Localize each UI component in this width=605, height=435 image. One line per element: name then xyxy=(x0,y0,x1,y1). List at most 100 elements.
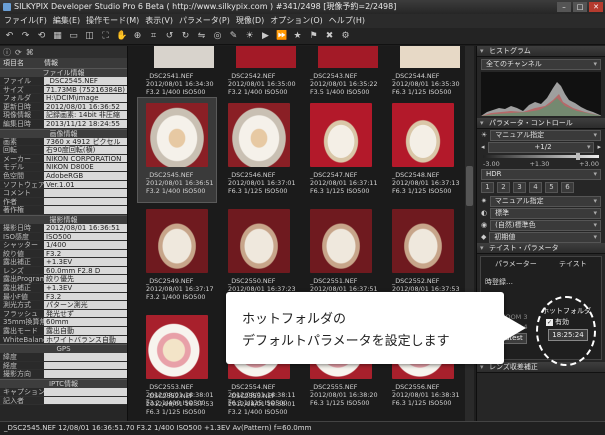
redo-icon[interactable]: ↷ xyxy=(20,31,31,42)
menu-file[interactable]: ファイル(F) xyxy=(4,14,47,28)
hdr-preset-1[interactable]: 1 xyxy=(481,182,494,193)
history-icon[interactable]: ⟳ xyxy=(15,48,22,57)
thumbnail[interactable]: _DSC2548.NEF 2012/08/01 16:37:13 F6.3 1/12… xyxy=(384,98,462,202)
grid-view-icon[interactable]: ▦ xyxy=(52,31,63,42)
color-select[interactable]: (自然)標準色 xyxy=(490,219,601,231)
param-tab[interactable]: パラメーター xyxy=(495,259,537,269)
menu-parameter[interactable]: パラメータ(P) xyxy=(179,14,230,28)
info-row: 測光方式 パターン測光 xyxy=(0,301,127,310)
thumb-photo-partial[interactable] xyxy=(236,46,296,68)
taste-tab[interactable]: テイスト xyxy=(559,259,587,269)
thumbnail-image[interactable] xyxy=(310,209,372,273)
menu-view[interactable]: 表示(V) xyxy=(145,14,173,28)
star-icon[interactable]: ★ xyxy=(292,31,303,42)
thumbnail[interactable]: _DSC2545.NEF 2012/08/01 16:36:51 F3.2 1/40… xyxy=(137,97,217,203)
hdr-preset-4[interactable]: 4 xyxy=(529,182,542,193)
menu-edit[interactable]: 編集(E) xyxy=(53,14,80,28)
batch-develop-icon[interactable]: ⏩ xyxy=(276,31,287,42)
close-button[interactable]: ✕ xyxy=(589,2,603,12)
thumbnail-image[interactable] xyxy=(228,209,290,273)
silkypix-window: SILKYPIX Developer Studio Pro 6 Beta ( h… xyxy=(0,0,605,435)
thumbnail-image[interactable] xyxy=(146,103,208,167)
thumb-label-top: _DSC2542.NEF 2012/08/01 16:35:00 F3.2 1/40… xyxy=(228,72,296,96)
maximize-button[interactable]: □ xyxy=(573,2,587,12)
thumbnail[interactable]: _DSC2547.NEF 2012/08/01 16:37:11 F6.3 1/12… xyxy=(302,98,380,202)
thumb-photo-partial[interactable] xyxy=(318,46,378,68)
taste-header[interactable]: テイスト・パラメータ xyxy=(477,243,605,254)
fullscreen-icon[interactable]: ⛶ xyxy=(100,31,111,42)
section-gps[interactable]: GPS xyxy=(0,344,127,354)
thumbnail-image[interactable] xyxy=(228,103,290,167)
menu-option[interactable]: オプション(O) xyxy=(270,14,323,28)
compare-view-icon[interactable]: ◫ xyxy=(84,31,95,42)
tone-select[interactable]: 標準 xyxy=(490,207,601,219)
reset-icon[interactable]: ⟲ xyxy=(36,31,47,42)
section-shooting[interactable]: 撮影情報 xyxy=(0,214,127,224)
tone-row: ◐ 標準 xyxy=(477,207,605,219)
hdr-preset-2[interactable]: 2 xyxy=(497,182,510,193)
settings-icon[interactable]: ⚙ xyxy=(340,31,351,42)
tag-icon[interactable]: ⚑ xyxy=(308,31,319,42)
exposure-plus-icon[interactable]: ▸ xyxy=(597,143,601,151)
thumbnail-meta: _DSC2549.NEF 2012/08/01 16:37:17 F3.2 1/40… xyxy=(146,277,214,301)
param-control-header[interactable]: パラメータ・コントロール xyxy=(477,118,605,129)
exposure-slider[interactable] xyxy=(483,153,599,160)
menu-help[interactable]: ヘルプ(H) xyxy=(329,14,365,28)
hand-tool-icon[interactable]: ✋ xyxy=(116,31,127,42)
exposure-step-select[interactable]: +1/2 xyxy=(487,141,595,153)
channel-select[interactable]: 全てのチャンネル xyxy=(481,59,601,70)
thumb-photo-partial[interactable] xyxy=(400,46,460,68)
single-view-icon[interactable]: ▭ xyxy=(68,31,79,42)
hdr-select[interactable]: HDR xyxy=(481,168,601,180)
menu-develop[interactable]: 現像(D) xyxy=(236,14,264,28)
info-row: 露出補正 +1.3EV xyxy=(0,258,127,267)
exposure-mode-select[interactable]: マニュアル指定 xyxy=(490,129,601,141)
exposure-slider-handle[interactable] xyxy=(575,153,580,160)
tone-icon: ◐ xyxy=(481,209,488,217)
hdr-row: HDR xyxy=(477,168,605,180)
thumb-photo-partial[interactable] xyxy=(154,46,214,68)
info-table-header: 項目名 情報 xyxy=(0,58,127,68)
exposure-scale: -3.00 +1.30 +3.00 xyxy=(483,160,599,168)
thumbnail-meta: _DSC2556.NEF 2012/08/01 16:38:31 F6.3 1/12… xyxy=(392,383,460,407)
scrollbar-thumb[interactable] xyxy=(466,166,473,206)
thumbnail[interactable]: _DSC2546.NEF 2012/08/01 16:37:01 F6.3 1/12… xyxy=(220,98,298,202)
histogram-header[interactable]: ヒストグラム xyxy=(477,46,605,57)
wb-picker-icon[interactable]: ✎ xyxy=(228,31,239,42)
trash-icon[interactable]: ✖ xyxy=(324,31,335,42)
exposure-minus-icon[interactable]: ◂ xyxy=(481,143,485,151)
section-file[interactable]: ファイル情報 xyxy=(0,68,127,77)
thumbnail-image[interactable] xyxy=(392,209,454,273)
rotate-right-icon[interactable]: ↻ xyxy=(180,31,191,42)
develop-icon[interactable]: ▶ xyxy=(260,31,271,42)
section-iptc[interactable]: IPTC情報 xyxy=(0,379,127,388)
history-register[interactable]: 時登録… xyxy=(485,277,513,287)
section-image[interactable]: 画像情報 xyxy=(0,128,127,138)
thumbnail-image[interactable] xyxy=(146,315,208,379)
hdr-preset-6[interactable]: 6 xyxy=(561,182,574,193)
thumbnail-scrollbar[interactable] xyxy=(465,46,474,421)
thumb-label-top: _DSC2544.NEF 2012/08/01 16:35:30 F6.3 1/12… xyxy=(392,72,460,96)
info-row: 編集日時 2013/11/12 18:24:55 xyxy=(0,119,127,129)
sharpness-select[interactable]: 初期値 xyxy=(489,231,601,243)
crop-tool-icon[interactable]: ⌗ xyxy=(148,31,159,42)
undo-icon[interactable]: ↶ xyxy=(4,31,15,42)
menu-mode[interactable]: 操作モード(M) xyxy=(86,14,139,28)
zoom-tool-icon[interactable]: ⊕ xyxy=(132,31,143,42)
minimize-button[interactable]: – xyxy=(557,2,571,12)
thumbnail-image[interactable] xyxy=(146,209,208,273)
hdr-preset-5[interactable]: 5 xyxy=(545,182,558,193)
info-row: ソフトウェア Ver.1.01 xyxy=(0,180,127,190)
info-icon[interactable]: ⓘ xyxy=(3,47,11,58)
thumbnail-image[interactable] xyxy=(310,103,372,167)
wb-select[interactable]: マニュアル指定 xyxy=(489,195,601,207)
exposure-icon[interactable]: ☀ xyxy=(244,31,255,42)
info-row: 更新日時 2012/08/01 16:36:52 xyxy=(0,102,127,112)
hdr-preset-3[interactable]: 3 xyxy=(513,182,526,193)
spot-icon[interactable]: ◎ xyxy=(212,31,223,42)
flip-icon[interactable]: ⇋ xyxy=(196,31,207,42)
thumbnail[interactable]: _DSC2549.NEF 2012/08/01 16:37:17 F3.2 1/40… xyxy=(138,204,216,308)
rotate-left-icon[interactable]: ↺ xyxy=(164,31,175,42)
keyword-icon[interactable]: ⌘ xyxy=(26,48,34,57)
thumbnail-image[interactable] xyxy=(392,103,454,167)
